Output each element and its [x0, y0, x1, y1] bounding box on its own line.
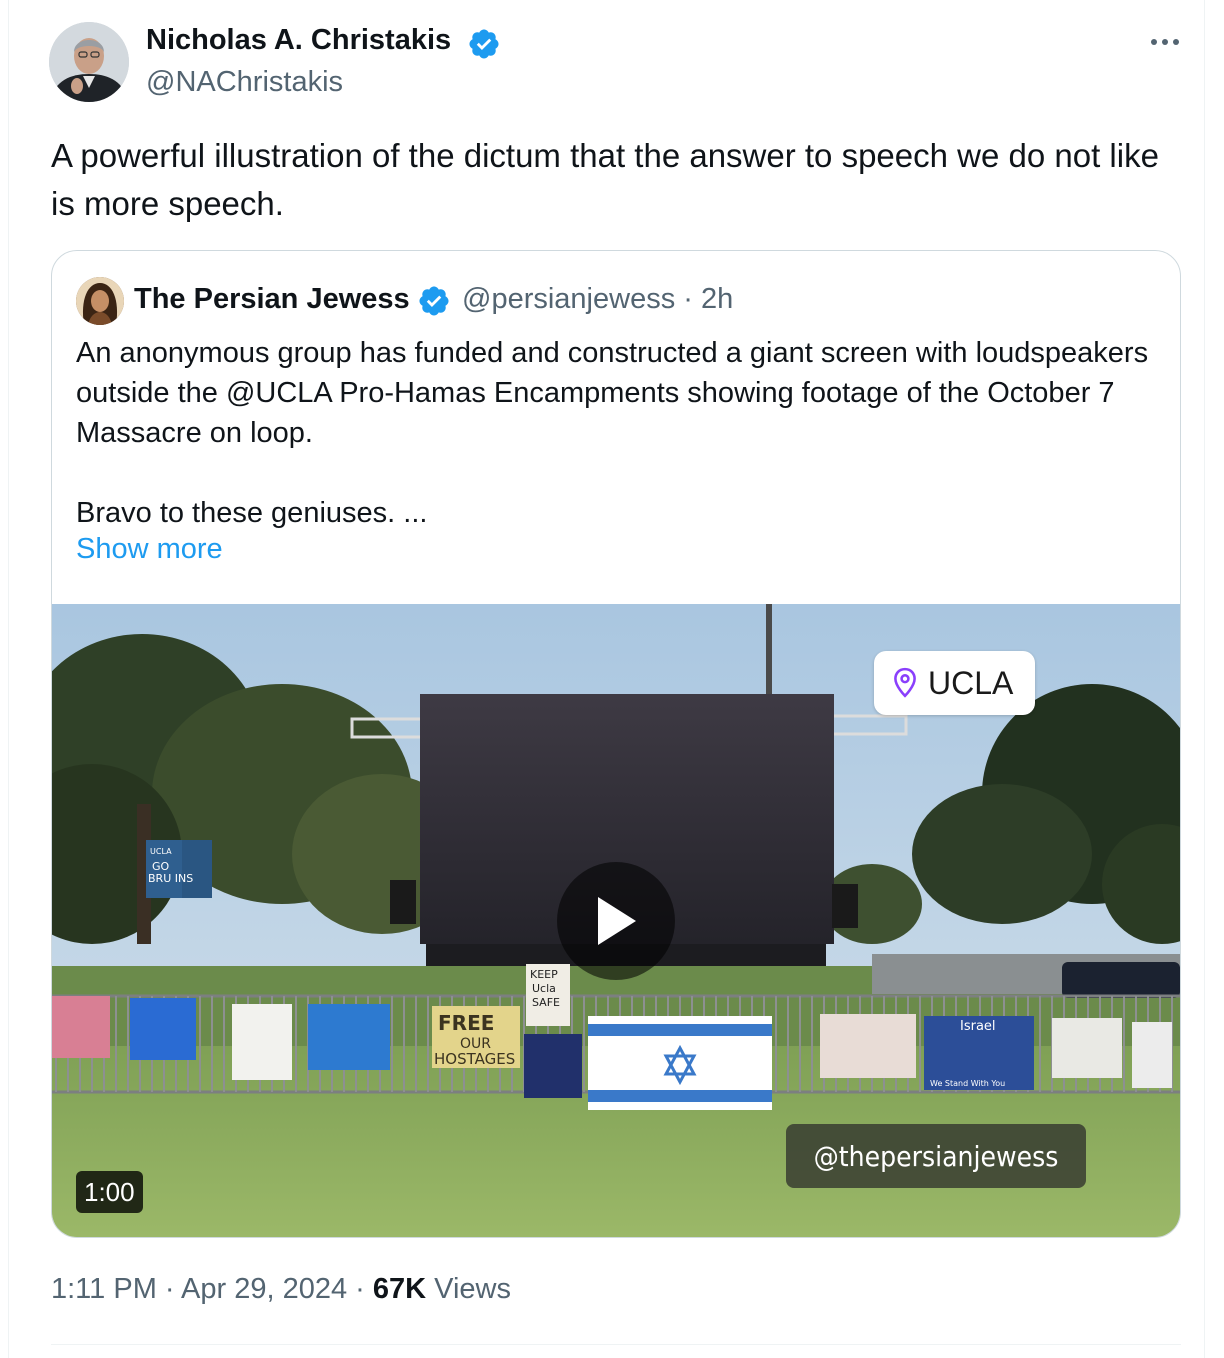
play-icon	[598, 897, 636, 945]
more-options-icon[interactable]	[1145, 30, 1185, 54]
verified-badge-icon	[419, 286, 449, 316]
quoted-text-paragraph: Bravo to these geniuses. ...	[76, 497, 428, 529]
verified-badge-icon	[469, 29, 499, 59]
location-pin-icon	[894, 667, 916, 698]
tweet-metadata: 1:11 PM · Apr 29, 2024 · 67K Views	[51, 1273, 511, 1305]
quoted-tweet-time[interactable]: 2h	[701, 283, 733, 315]
quoted-author-name[interactable]: The Persian Jewess	[134, 283, 410, 316]
tweet-card: Nicholas A. Christakis @NAChristakis A p…	[8, 0, 1205, 1358]
quoted-author-handle[interactable]: @persianjewess	[462, 283, 675, 315]
tweet-date[interactable]: Apr 29, 2024	[181, 1273, 347, 1305]
quoted-author-avatar[interactable]	[76, 277, 124, 325]
play-button[interactable]	[557, 862, 675, 980]
views-label[interactable]: Views	[434, 1273, 511, 1305]
divider	[51, 1344, 1181, 1345]
quoted-tweet[interactable]: The Persian Jewess @persianjewess · 2h A…	[51, 250, 1181, 1238]
svg-text:UCLA: UCLA	[150, 847, 172, 856]
author-name[interactable]: Nicholas A. Christakis	[146, 24, 451, 57]
quoted-tweet-text: An anonymous group has funded and constr…	[76, 333, 1166, 533]
svg-text:SAFE: SAFE	[532, 996, 560, 1009]
svg-text:HOSTAGES: HOSTAGES	[434, 1050, 515, 1068]
author-avatar[interactable]	[49, 22, 129, 102]
quoted-text-paragraph: An anonymous group has funded and constr…	[76, 337, 1149, 449]
svg-text:We Stand With You: We Stand With You	[930, 1079, 1005, 1088]
location-tag: UCLA	[874, 651, 1036, 715]
svg-text:KEEP: KEEP	[530, 968, 558, 981]
author-handle[interactable]: @NAChristakis	[146, 66, 343, 99]
show-more-link[interactable]: Show more	[76, 533, 223, 566]
tweet-time[interactable]: 1:11 PM	[51, 1273, 157, 1305]
views-count[interactable]: 67K	[373, 1273, 426, 1305]
svg-text:BRU INS: BRU INS	[148, 872, 193, 885]
video-player[interactable]: FREE OUR HOSTAGES KEEP Ucla SAFE UCLA GO…	[52, 604, 1180, 1237]
tweet-text: A powerful illustration of the dictum th…	[51, 137, 1159, 222]
svg-text:Israel: Israel	[960, 1019, 996, 1034]
svg-text:Ucla: Ucla	[532, 982, 556, 995]
video-watermark: @thepersianjewess	[786, 1124, 1086, 1188]
svg-text:FREE: FREE	[438, 1011, 494, 1035]
quoted-author-handle-time[interactable]: @persianjewess · 2h	[462, 283, 733, 316]
location-label: UCLA	[928, 664, 1014, 701]
sign-keep-ucla-safe: KEEP Ucla SAFE	[530, 968, 560, 1009]
video-duration: 1:00	[76, 1171, 143, 1213]
